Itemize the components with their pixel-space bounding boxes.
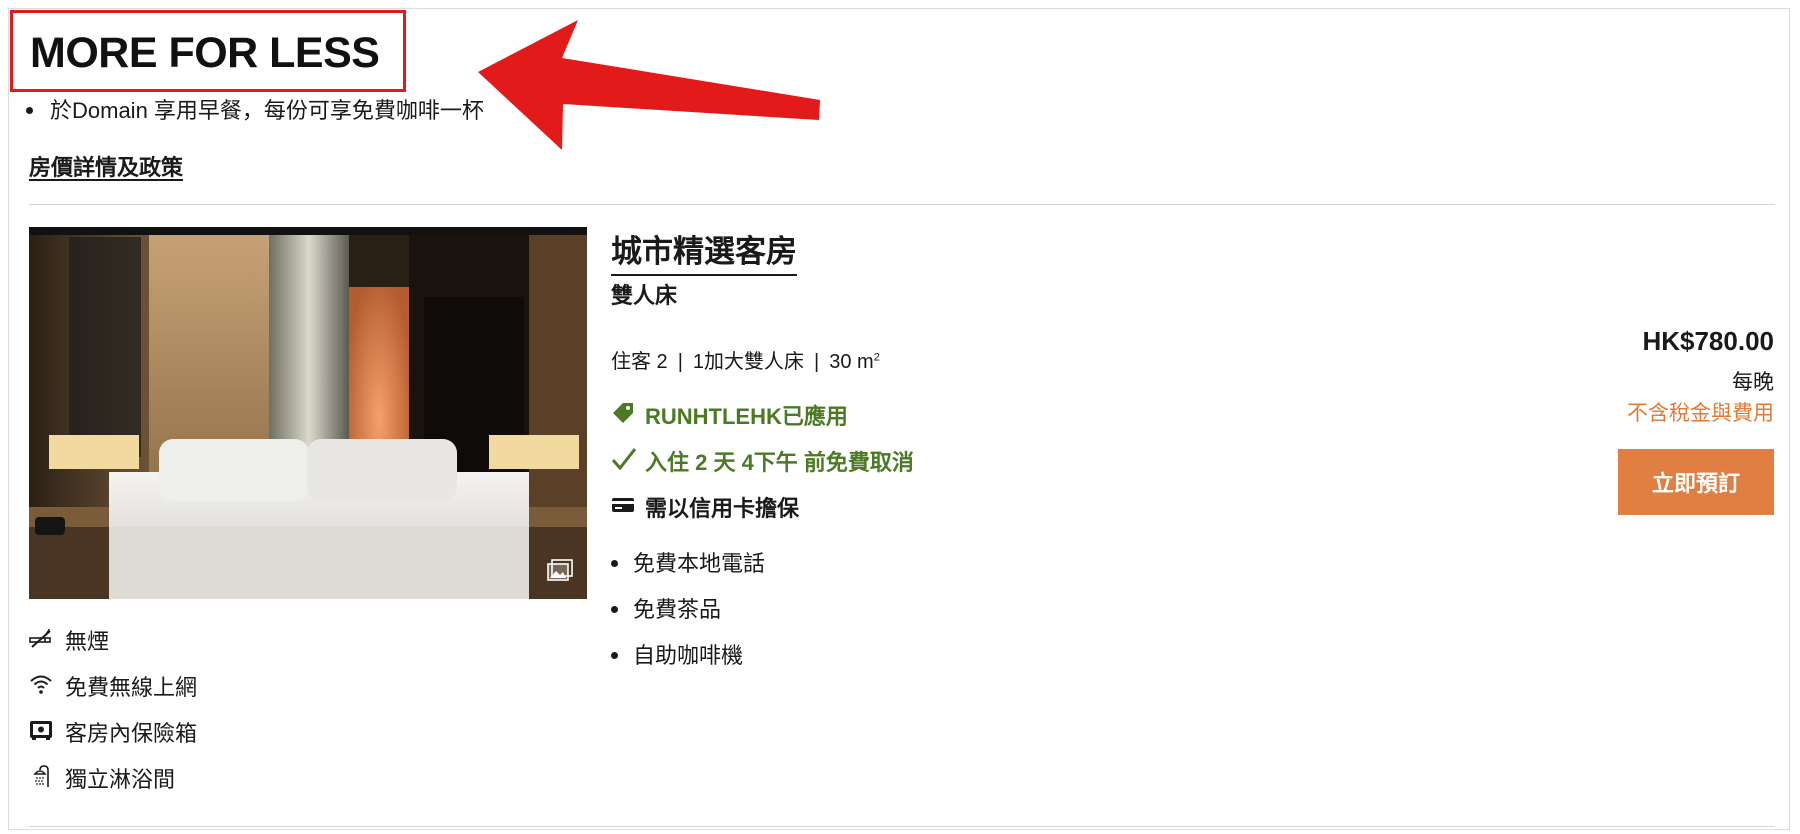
room-size: 30 m [829, 351, 874, 373]
room-name-link[interactable]: 城市精選客房 [611, 226, 797, 276]
tag-icon [613, 403, 633, 423]
checkmark-icon [611, 448, 637, 471]
room-size-unit-superscript: 2 [873, 351, 880, 364]
promo-benefit-item: 於Domain 享用早餐，每份可享免費咖啡一杯 [26, 93, 484, 125]
bullet-icon [611, 559, 618, 567]
spec-separator: | [677, 351, 683, 373]
price-unit: 每晚 [1732, 371, 1774, 394]
shower-icon [33, 765, 49, 787]
rate-details-policy-link[interactable]: 房價詳情及政策 [29, 150, 183, 182]
list-item: 免費茶品 [611, 592, 721, 624]
room-photo[interactable] [29, 227, 587, 599]
bullet-icon [26, 106, 33, 114]
tax-excluded-note: 不含稅金與費用 [1627, 402, 1774, 425]
divider [29, 826, 1775, 827]
credit-card-icon [612, 498, 634, 512]
book-now-button[interactable]: 立即預訂 [1618, 449, 1774, 515]
guest-count: 住客 2 [611, 351, 668, 373]
rate-plan-title: MORE FOR LESS [30, 29, 380, 77]
spec-separator: | [814, 351, 820, 373]
no-smoking-icon [29, 628, 51, 648]
safe-icon [30, 721, 52, 740]
room-specs: 住客 2 | 1加大雙人床 | 30 m2 [611, 345, 880, 374]
annotation-highlight-box: MORE FOR LESS [10, 10, 406, 92]
list-item: 免費本地電話 [611, 546, 765, 578]
gallery-icon[interactable] [547, 559, 573, 583]
bed-config: 1加大雙人床 [692, 351, 805, 373]
wifi-icon [30, 675, 52, 694]
room-photo-image [29, 227, 587, 599]
list-item: 自助咖啡機 [611, 638, 743, 670]
bullet-icon [611, 605, 618, 613]
room-price: HK$780.00 [1642, 326, 1774, 356]
bed-type: 雙人床 [611, 283, 678, 308]
annotation-arrow-icon [478, 20, 820, 150]
bullet-icon [611, 651, 618, 659]
divider [29, 204, 1775, 205]
